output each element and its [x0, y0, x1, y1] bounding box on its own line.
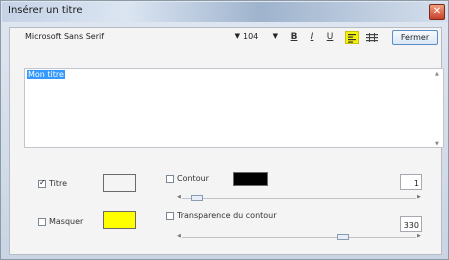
- title-bar[interactable]: Insérer un titre ✕: [2, 2, 448, 22]
- contour-color-swatch[interactable]: [233, 172, 268, 186]
- titre-label: Titre: [49, 179, 68, 188]
- bold-button[interactable]: B: [287, 31, 301, 44]
- fermer-button[interactable]: Fermer: [392, 30, 438, 45]
- contour-width-value: 1: [413, 179, 419, 188]
- close-icon[interactable]: ✕: [429, 4, 445, 20]
- editor-selected-text: Mon titre: [27, 70, 65, 79]
- chevron-down-icon: ▼: [272, 32, 278, 40]
- justify-button[interactable]: [364, 31, 380, 44]
- main-panel: Microsoft Sans Serif ▼ 104 ▼ B I U Ferme…: [9, 27, 444, 255]
- dialog-window: Insérer un titre ✕ Microsoft Sans Serif …: [0, 0, 449, 260]
- contour-slider-track[interactable]: [182, 198, 416, 199]
- align-left-icon: [348, 34, 356, 43]
- italic-button[interactable]: I: [305, 31, 319, 44]
- chevron-down-icon: ▼: [234, 32, 240, 40]
- transparence-slider-thumb[interactable]: [337, 234, 349, 240]
- slider-right-arrow-icon[interactable]: ▶: [417, 233, 421, 239]
- slider-left-arrow-icon[interactable]: ◀: [177, 233, 181, 239]
- underline-button[interactable]: U: [323, 31, 337, 44]
- transparence-value-field[interactable]: 330: [400, 216, 422, 232]
- title-text-editor[interactable]: Mon titre ▲ ▼: [24, 68, 444, 148]
- scroll-up-icon[interactable]: ▲: [435, 71, 439, 77]
- transparence-value: 330: [403, 221, 419, 230]
- titre-checkbox[interactable]: [38, 178, 46, 188]
- editor-scrollbar[interactable]: ▲ ▼: [435, 71, 441, 147]
- window-title: Insérer un titre: [8, 5, 83, 16]
- contour-label: Contour: [177, 174, 209, 183]
- font-size-value: 104: [243, 32, 259, 41]
- justify-icon: [366, 33, 378, 42]
- masquer-checkbox[interactable]: [38, 218, 46, 226]
- slider-left-arrow-icon[interactable]: ◀: [177, 194, 181, 200]
- align-left-button[interactable]: [345, 31, 359, 44]
- titre-color-swatch[interactable]: [103, 174, 136, 192]
- font-family-value: Microsoft Sans Serif: [25, 32, 105, 41]
- font-size-select[interactable]: 104 ▼: [243, 32, 278, 45]
- masquer-color-swatch[interactable]: [103, 211, 136, 229]
- contour-slider-thumb[interactable]: [191, 195, 203, 201]
- font-family-select[interactable]: Microsoft Sans Serif ▼: [25, 32, 240, 45]
- contour-checkbox[interactable]: [166, 175, 174, 183]
- contour-width-field[interactable]: 1: [400, 174, 422, 190]
- transparence-label: Transparence du contour: [177, 211, 277, 220]
- scroll-down-icon[interactable]: ▼: [435, 141, 439, 147]
- slider-right-arrow-icon[interactable]: ▶: [417, 194, 421, 200]
- masquer-label: Masquer: [49, 217, 84, 226]
- transparence-slider-track[interactable]: [182, 237, 416, 238]
- transparence-checkbox[interactable]: [166, 212, 174, 220]
